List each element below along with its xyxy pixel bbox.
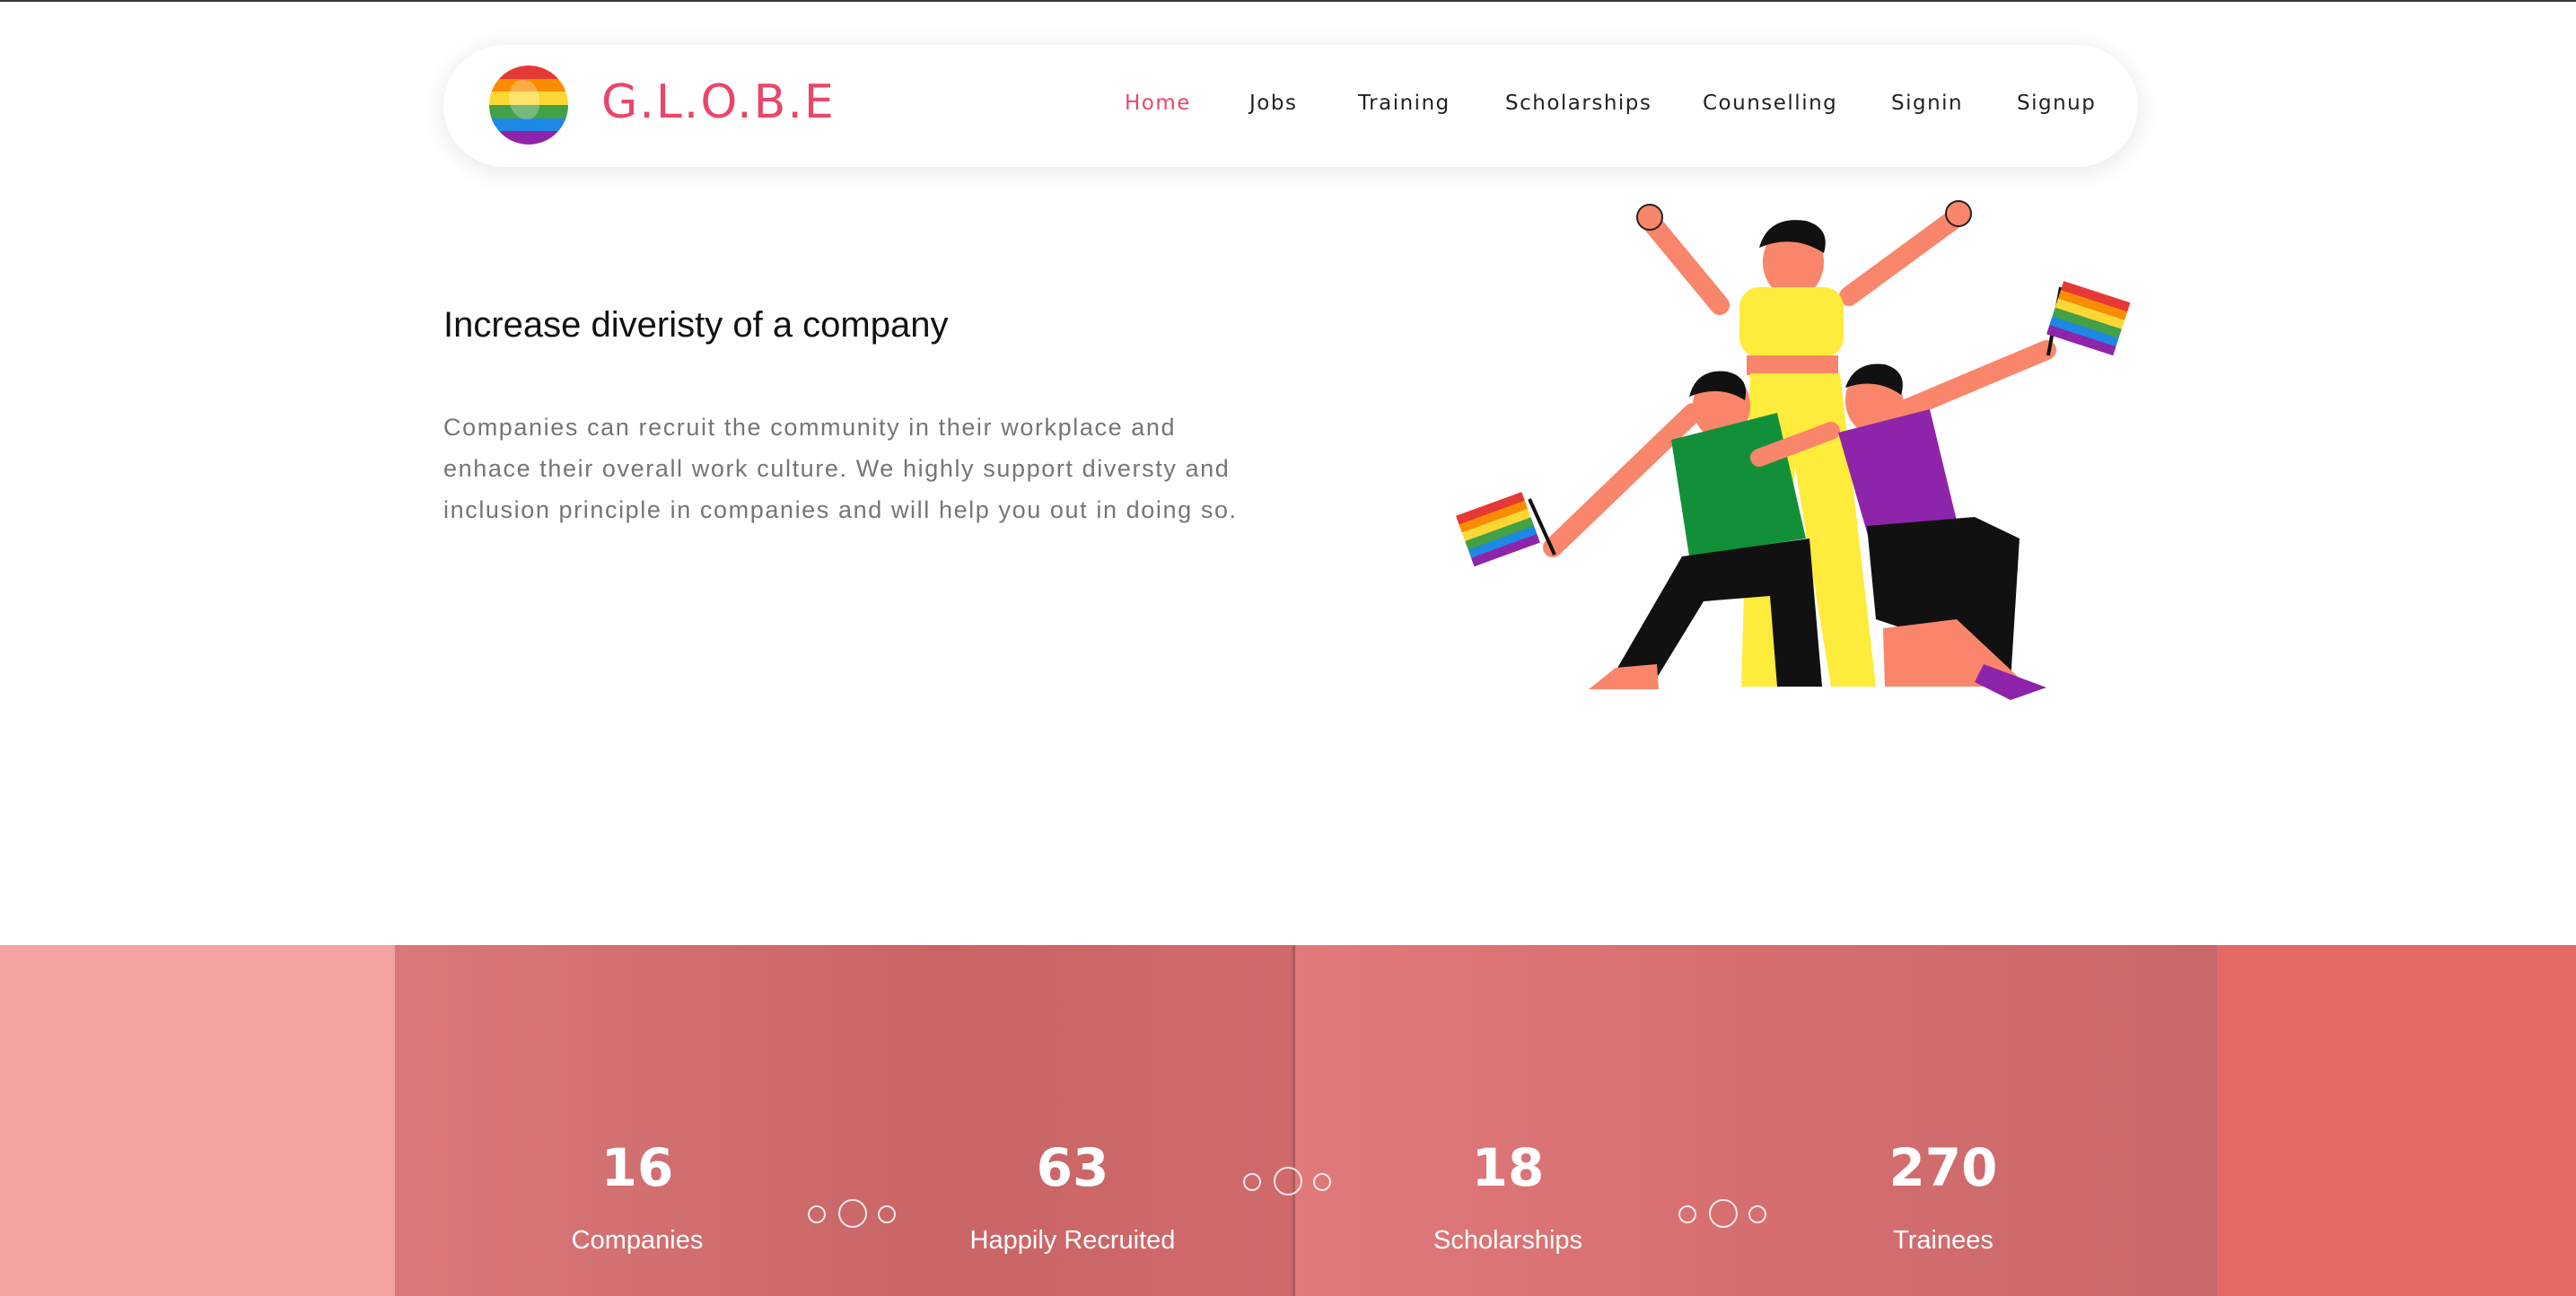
panel-divider — [1292, 945, 1295, 1296]
nav-home[interactable]: Home — [1125, 92, 1191, 115]
pride-people-illustration — [1456, 200, 2131, 700]
top-border — [0, 0, 2576, 2]
stat-companies-value: 16 — [600, 1137, 674, 1198]
stat-scholarships-value: 18 — [1471, 1137, 1545, 1198]
nav-signin[interactable]: Signin — [1891, 92, 1963, 115]
nav-counselling[interactable]: Counselling — [1703, 92, 1837, 115]
stat-recruited-label: Happily Recruited — [969, 1226, 1176, 1255]
nav-links: Home Jobs Training Scholarships Counsell… — [443, 92, 2138, 122]
stat-scholarships-label: Scholarships — [1433, 1226, 1583, 1255]
background-photo-panel — [2217, 945, 2576, 1296]
stat-trainees-label: Trainees — [1893, 1226, 1993, 1255]
nav-scholarships[interactable]: Scholarships — [1505, 92, 1652, 115]
hero-text: Companies can recruit the community in t… — [443, 414, 1238, 523]
nav-training[interactable]: Training — [1358, 92, 1450, 115]
stat-trainees-value: 270 — [1888, 1137, 1998, 1198]
stat-companies-label: Companies — [571, 1226, 704, 1255]
circles-decoration-icon — [1238, 1164, 1336, 1196]
nav-signup[interactable]: Signup — [2017, 92, 2096, 115]
stat-recruited-value: 63 — [1036, 1137, 1109, 1198]
circles-decoration-icon — [802, 1196, 901, 1229]
navbar: G.L.O.B.E Home Jobs Training Scholarship… — [443, 45, 2138, 167]
stats-band: 16 Companies 63 Happily Recruited 18 Sch… — [0, 945, 2576, 1296]
circles-decoration-icon — [1673, 1196, 1772, 1229]
nav-jobs[interactable]: Jobs — [1249, 92, 1297, 115]
hero-title: Increase diveristy of a company — [443, 305, 949, 345]
background-photo-panel — [0, 945, 395, 1296]
